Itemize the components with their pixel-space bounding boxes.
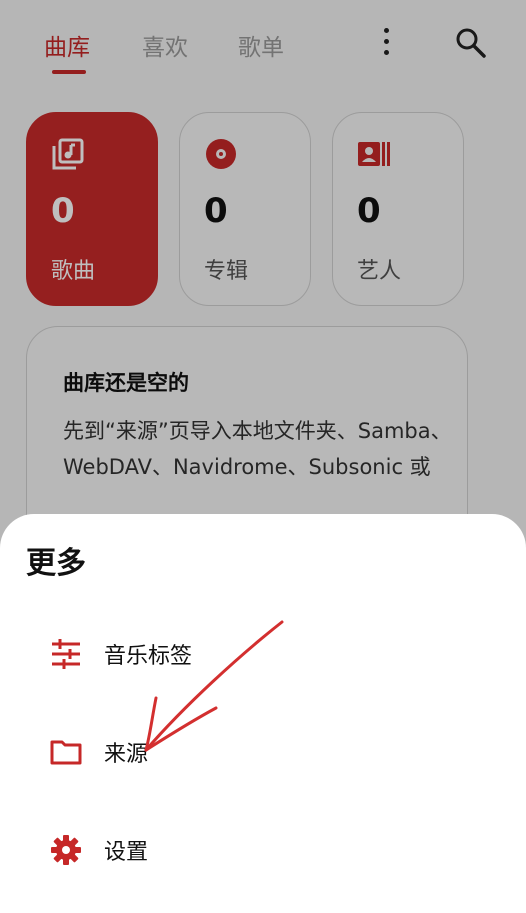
menu-item-sources-label: 来源 [104, 742, 149, 767]
app-root: 曲库 喜欢 歌单 0 歌曲 0 专辑 0 艺人 曲库还是空的 先到“来源”页导入… [0, 0, 526, 913]
folder-icon [50, 740, 82, 765]
sheet-title: 更多 [26, 546, 86, 581]
settings-gear-icon [51, 835, 81, 865]
menu-item-music-tags-label: 音乐标签 [104, 644, 193, 669]
menu-item-settings[interactable]: 设置 [0, 812, 526, 892]
menu-item-settings-label: 设置 [104, 840, 149, 865]
menu-item-sources[interactable]: 来源 [0, 714, 526, 794]
more-bottom-sheet: 更多 音乐标签 来源 设置 [0, 514, 526, 913]
menu-item-music-tags[interactable]: 音乐标签 [0, 616, 526, 696]
tune-sliders-icon [52, 639, 80, 669]
